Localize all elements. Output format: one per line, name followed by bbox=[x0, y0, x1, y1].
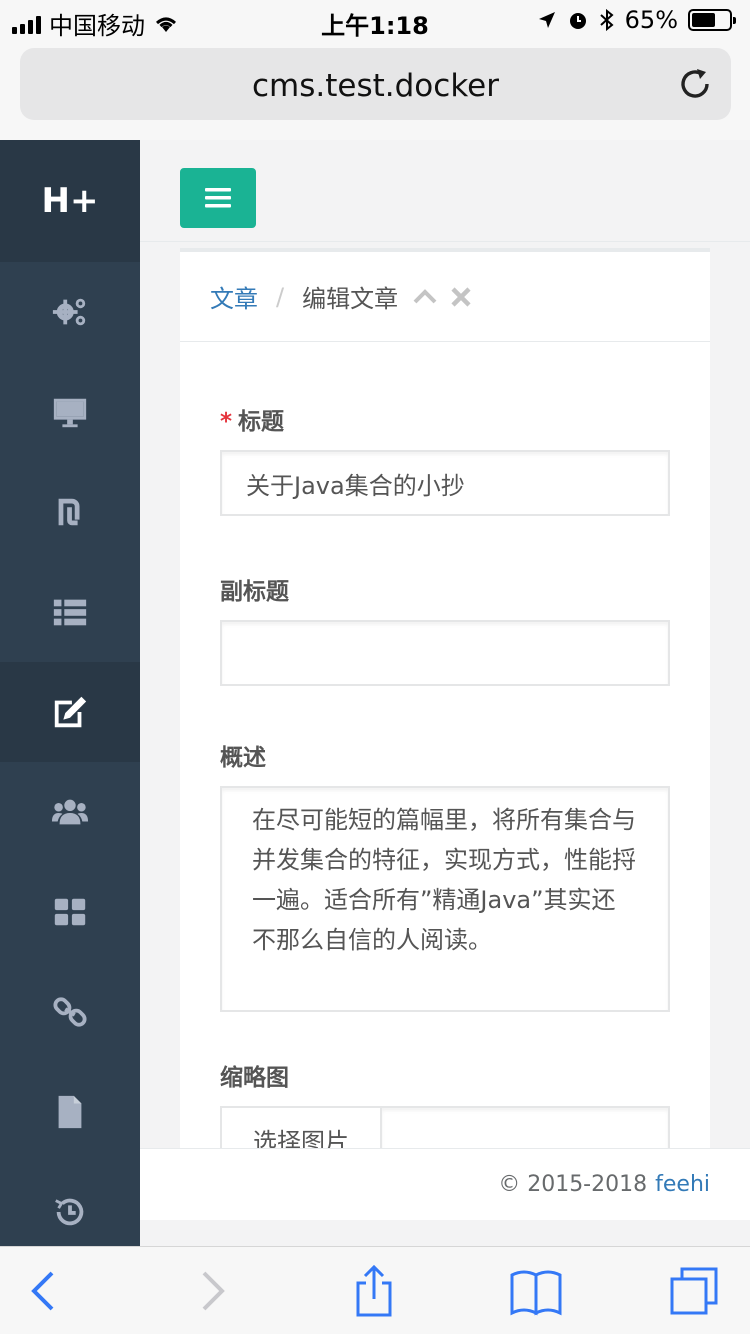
address-bar[interactable]: cms.test.docker bbox=[20, 48, 731, 120]
browser-toolbar bbox=[0, 1246, 750, 1334]
main-content: 文章 / 编辑文章 * 标题 关于Java集合的小抄 副标题 概述 在尽可能短的… bbox=[140, 140, 750, 1246]
summary-group: 概述 在尽可能短的篇幅里，将所有集合与并发集合的特征，实现方式，性能捋一遍。适合… bbox=[220, 738, 670, 1012]
forward-arrow-icon bbox=[202, 1271, 225, 1311]
users-icon bbox=[51, 799, 89, 825]
location-icon bbox=[538, 12, 555, 28]
hamburger-icon bbox=[205, 188, 231, 208]
subtitle-label: 副标题 bbox=[220, 579, 289, 605]
battery-icon bbox=[688, 9, 736, 31]
footer: © 2015-2018 feehi bbox=[140, 1148, 750, 1220]
book-icon bbox=[510, 1270, 562, 1316]
sidebar-item-list[interactable] bbox=[0, 562, 140, 662]
url-text: cms.test.docker bbox=[252, 68, 499, 104]
sidebar-item-edit[interactable] bbox=[0, 662, 140, 762]
battery-percent: 65% bbox=[624, 6, 678, 34]
logo[interactable]: H+ bbox=[0, 140, 140, 262]
history-icon bbox=[55, 1198, 84, 1226]
subtitle-group: 副标题 bbox=[220, 572, 670, 686]
tabs-icon bbox=[670, 1267, 718, 1315]
th-large-icon bbox=[54, 898, 86, 926]
share-icon bbox=[356, 1264, 392, 1317]
file-icon bbox=[58, 1095, 82, 1129]
article-form: * 标题 关于Java集合的小抄 副标题 概述 在尽可能短的篇幅里，将所有集合与并… bbox=[220, 402, 670, 1228]
alarm-icon bbox=[569, 13, 586, 29]
title-group: * 标题 关于Java集合的小抄 bbox=[220, 402, 670, 516]
collapse-icon[interactable] bbox=[412, 284, 438, 310]
share-button[interactable] bbox=[344, 1261, 404, 1321]
edit-article-panel: 文章 / 编辑文章 * 标题 关于Java集合的小抄 副标题 概述 在尽可能短的… bbox=[180, 248, 710, 1172]
sidebar-item-pages[interactable] bbox=[0, 1062, 140, 1162]
thumbnail-label: 缩略图 bbox=[220, 1065, 289, 1091]
sidebar-item-settings[interactable] bbox=[0, 262, 140, 362]
screen: 中国移动 上午1:18 65% cms.test.docker H+ 文章 / … bbox=[0, 0, 750, 1334]
sidebar-item-desktop[interactable] bbox=[0, 362, 140, 462]
copyright-text: © 2015-2018 bbox=[498, 1172, 648, 1197]
close-icon[interactable] bbox=[448, 284, 474, 310]
address-bar-area: cms.test.docker bbox=[0, 40, 750, 140]
back-arrow-icon bbox=[31, 1271, 54, 1311]
sidebar-item-links[interactable] bbox=[0, 962, 140, 1062]
sidebar-item-users[interactable] bbox=[0, 762, 140, 862]
summary-textarea[interactable]: 在尽可能短的篇幅里，将所有集合与并发集合的特征，实现方式，性能捋一遍。适合所有”… bbox=[220, 786, 670, 1012]
menu-toggle-button[interactable] bbox=[180, 168, 256, 228]
sidebar-item-shekel[interactable] bbox=[0, 462, 140, 562]
link-icon bbox=[53, 997, 87, 1027]
desktop-icon bbox=[53, 398, 87, 428]
top-navbar bbox=[140, 140, 750, 242]
breadcrumb: 文章 / 编辑文章 bbox=[180, 252, 710, 342]
summary-label: 概述 bbox=[220, 745, 266, 771]
reload-icon[interactable] bbox=[677, 66, 713, 102]
bookmarks-button[interactable] bbox=[506, 1261, 566, 1321]
title-label: * 标题 bbox=[220, 409, 285, 435]
breadcrumb-current: 编辑文章 bbox=[302, 285, 399, 313]
back-button[interactable] bbox=[14, 1261, 74, 1321]
tabs-button[interactable] bbox=[664, 1261, 724, 1321]
edit-icon bbox=[54, 696, 87, 728]
shekel-icon bbox=[58, 498, 80, 526]
list-icon bbox=[53, 599, 87, 626]
sidebar-item-grid[interactable] bbox=[0, 862, 140, 962]
sidebar: H+ bbox=[0, 140, 140, 1246]
gears-icon bbox=[52, 298, 86, 326]
bluetooth-icon bbox=[599, 9, 614, 31]
forward-button[interactable] bbox=[182, 1261, 242, 1321]
breadcrumb-article-link[interactable]: 文章 bbox=[210, 279, 258, 314]
subtitle-input[interactable] bbox=[220, 620, 670, 686]
status-right: 65% bbox=[537, 6, 736, 34]
footer-link[interactable]: feehi bbox=[655, 1172, 710, 1197]
status-bar: 中国移动 上午1:18 65% bbox=[0, 0, 750, 40]
title-input[interactable]: 关于Java集合的小抄 bbox=[220, 450, 670, 516]
required-mark: * bbox=[220, 409, 233, 435]
breadcrumb-separator: / bbox=[276, 282, 285, 311]
